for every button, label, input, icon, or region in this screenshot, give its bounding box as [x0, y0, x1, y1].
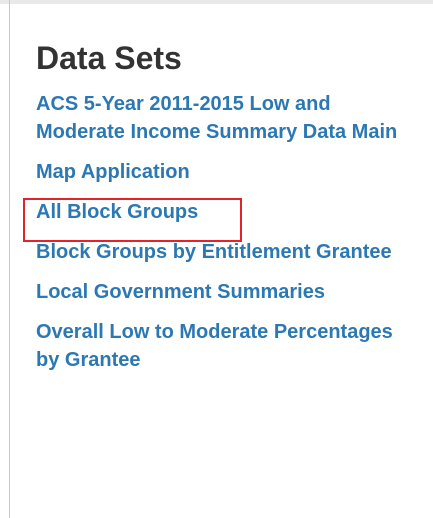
sidebar-heading: Data Sets	[36, 40, 182, 76]
data-sets-sidebar: Data Sets ACS 5-Year 2011-2015 Low and M…	[36, 38, 416, 386]
list-item: Local Government Summaries	[36, 278, 416, 306]
link-map-application[interactable]: Map Application	[36, 158, 190, 186]
list-item: Map Application	[36, 158, 416, 186]
top-divider	[0, 0, 433, 4]
list-item: Overall Low to Moderate Percentages by G…	[36, 318, 416, 374]
data-sets-link-list: ACS 5-Year 2011-2015 Low and Moderate In…	[36, 90, 416, 374]
link-all-block-groups[interactable]: All Block Groups	[36, 198, 198, 226]
link-block-groups-by-entitlement-grantee[interactable]: Block Groups by Entitlement Grantee	[36, 238, 392, 266]
link-overall-low-to-moderate-percentages[interactable]: Overall Low to Moderate Percentages by G…	[36, 318, 416, 374]
list-item: All Block Groups	[36, 198, 416, 226]
list-item: ACS 5-Year 2011-2015 Low and Moderate In…	[36, 90, 416, 146]
link-local-government-summaries[interactable]: Local Government Summaries	[36, 278, 325, 306]
sidebar-left-border	[9, 0, 10, 518]
link-acs-summary-data-main[interactable]: ACS 5-Year 2011-2015 Low and Moderate In…	[36, 90, 416, 146]
list-item: Block Groups by Entitlement Grantee	[36, 238, 416, 266]
